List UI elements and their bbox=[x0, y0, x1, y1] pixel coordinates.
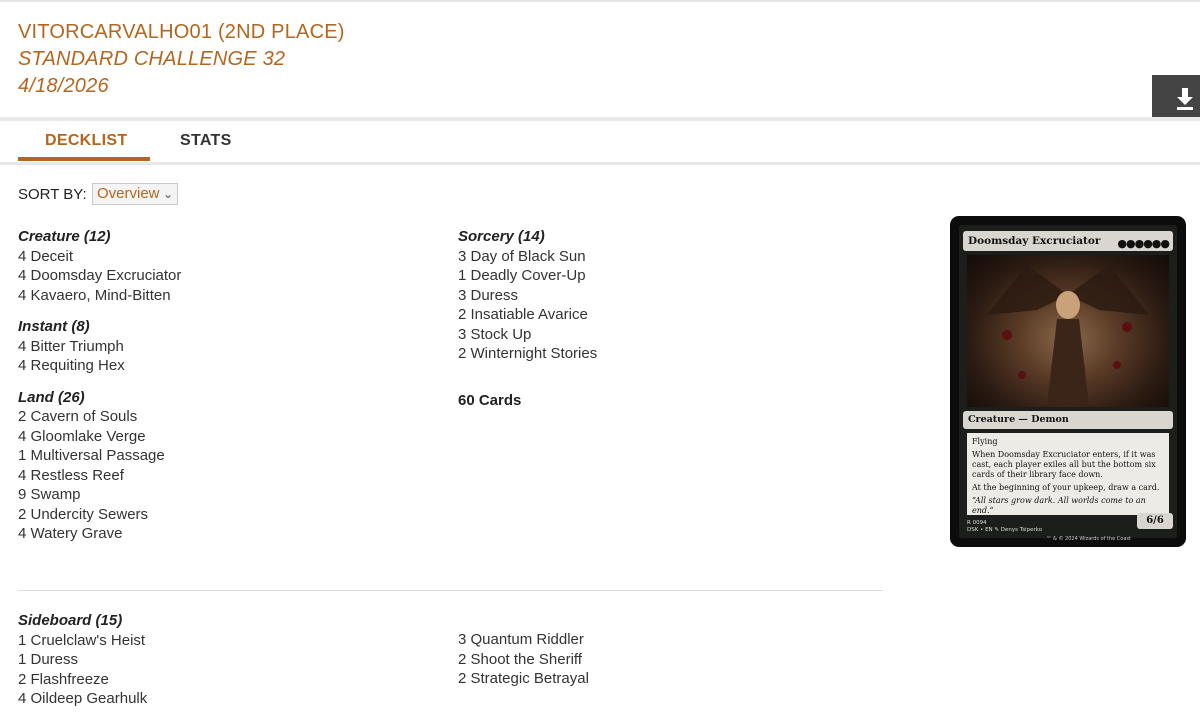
card-line[interactable]: 3 Duress bbox=[458, 286, 878, 306]
deck-header: VITORCARVALHO01 (2ND PLACE) STANDARD CHA… bbox=[0, 0, 1200, 117]
sideboard-card-line[interactable]: 2 Flashfreeze bbox=[18, 670, 438, 690]
card-rule: When Doomsday Excruciator enters, if it … bbox=[972, 450, 1156, 479]
card-copyright: ™ & © 2024 Wizards of the Coast bbox=[1046, 536, 1131, 542]
card-line[interactable]: 1 Multiversal Passage bbox=[18, 446, 438, 466]
tab-stats[interactable]: STATS bbox=[180, 132, 232, 150]
card-line[interactable]: 3 Stock Up bbox=[458, 325, 878, 345]
group-sorcery: Sorcery (14) 3 Day of Black Sun 1 Deadly… bbox=[458, 227, 878, 364]
card-line[interactable]: 4 Watery Grave bbox=[18, 524, 438, 544]
event-title: STANDARD CHALLENGE 32 bbox=[18, 48, 286, 70]
download-icon bbox=[1177, 88, 1193, 110]
demon-art-icon bbox=[987, 265, 1149, 405]
sideboard-right: 3 Quantum Riddler 2 Shoot the Sheriff 2 … bbox=[458, 630, 878, 689]
group-title: Sorcery (14) bbox=[458, 228, 545, 245]
sideboard-card-line[interactable]: 3 Quantum Riddler bbox=[458, 630, 878, 650]
sideboard-left: Sideboard (15) 1 Cruelclaw's Heist 1 Dur… bbox=[18, 611, 438, 709]
mana-cost: ●●●●●● bbox=[1117, 237, 1170, 250]
sideboard-card-line[interactable]: 4 Oildeep Gearhulk bbox=[18, 689, 438, 709]
tabs-divider bbox=[0, 162, 1200, 165]
card-line[interactable]: 4 Kavaero, Mind-Bitten bbox=[18, 286, 438, 306]
card-flavor: “All stars grow dark. All worlds come to… bbox=[972, 496, 1146, 515]
card-line[interactable]: 4 Restless Reef bbox=[18, 466, 438, 486]
active-tab-indicator bbox=[18, 157, 150, 161]
sort-select-value: Overview bbox=[97, 185, 160, 202]
sort-select[interactable]: Overview ⌄ bbox=[92, 183, 178, 205]
card-line[interactable]: 4 Gloomlake Verge bbox=[18, 427, 438, 447]
deck-total: 60 Cards bbox=[458, 391, 522, 409]
card-line[interactable]: 2 Winternight Stories bbox=[458, 344, 878, 364]
event-date: 4/18/2026 bbox=[18, 75, 109, 97]
deck-column-right: Sorcery (14) 3 Day of Black Sun 1 Deadly… bbox=[458, 227, 878, 410]
group-land: Land (26) 2 Cavern of Souls 4 Gloomlake … bbox=[18, 388, 438, 544]
card-name: Doomsday Excruciator bbox=[968, 235, 1101, 247]
group-title: Land (26) bbox=[18, 388, 85, 406]
card-rule: Flying bbox=[972, 437, 998, 446]
card-namebar: Doomsday Excruciator ●●●●●● bbox=[963, 231, 1173, 251]
chevron-down-icon: ⌄ bbox=[162, 187, 173, 201]
sideboard-card-line[interactable]: 2 Strategic Betrayal bbox=[458, 669, 878, 689]
card-line[interactable]: 2 Cavern of Souls bbox=[18, 407, 438, 427]
group-creature: Creature (12) 4 Deceit 4 Doomsday Excruc… bbox=[18, 227, 438, 305]
sideboard-divider bbox=[18, 590, 883, 591]
group-title: Creature (12) bbox=[18, 228, 111, 245]
card-line[interactable]: 1 Deadly Cover-Up bbox=[458, 266, 878, 286]
card-typeline: Creature — Demon bbox=[963, 411, 1173, 429]
sideboard-card-line[interactable]: 1 Cruelclaw's Heist bbox=[18, 631, 438, 651]
card-line[interactable]: 4 Doomsday Excruciator bbox=[18, 266, 438, 286]
card-line[interactable]: 2 Insatiable Avarice bbox=[458, 305, 878, 325]
card-line[interactable]: 2 Undercity Sewers bbox=[18, 505, 438, 525]
deck-column-left: Creature (12) 4 Deceit 4 Doomsday Excruc… bbox=[18, 227, 438, 556]
card-rule: At the beginning of your upkeep, draw a … bbox=[972, 483, 1160, 492]
card-power-toughness: 6/6 bbox=[1137, 513, 1173, 529]
sideboard-title: Sideboard (15) bbox=[18, 612, 123, 629]
card-art bbox=[967, 255, 1169, 407]
sideboard-card-line[interactable]: 1 Duress bbox=[18, 650, 438, 670]
card-line[interactable]: 4 Requiting Hex bbox=[18, 356, 438, 376]
card-line[interactable]: 9 Swamp bbox=[18, 485, 438, 505]
card-line[interactable]: 4 Bitter Triumph bbox=[18, 337, 438, 357]
sideboard-card-line[interactable]: 2 Shoot the Sheriff bbox=[458, 650, 878, 670]
tab-decklist[interactable]: DECKLIST bbox=[45, 132, 127, 150]
card-line[interactable]: 3 Day of Black Sun bbox=[458, 247, 878, 267]
card-preview: Doomsday Excruciator ●●●●●● Creature — D… bbox=[950, 216, 1186, 547]
card-footer: R 0094 DSK • EN ✎ Denys Tsiperko bbox=[967, 520, 1043, 533]
player-title: VITORCARVALHO01 (2ND PLACE) bbox=[18, 21, 345, 43]
group-title: Instant (8) bbox=[18, 318, 90, 335]
card-line[interactable]: 4 Deceit bbox=[18, 247, 438, 267]
group-instant: Instant (8) 4 Bitter Triumph 4 Requiting… bbox=[18, 317, 438, 376]
download-button[interactable] bbox=[1152, 75, 1200, 117]
tab-bar: DECKLIST STATS bbox=[18, 121, 1200, 163]
card-textbox: Flying When Doomsday Excruciator enters,… bbox=[967, 433, 1169, 515]
card-frame: Doomsday Excruciator ●●●●●● Creature — D… bbox=[959, 225, 1177, 542]
sort-label: SORT BY: bbox=[18, 186, 87, 203]
